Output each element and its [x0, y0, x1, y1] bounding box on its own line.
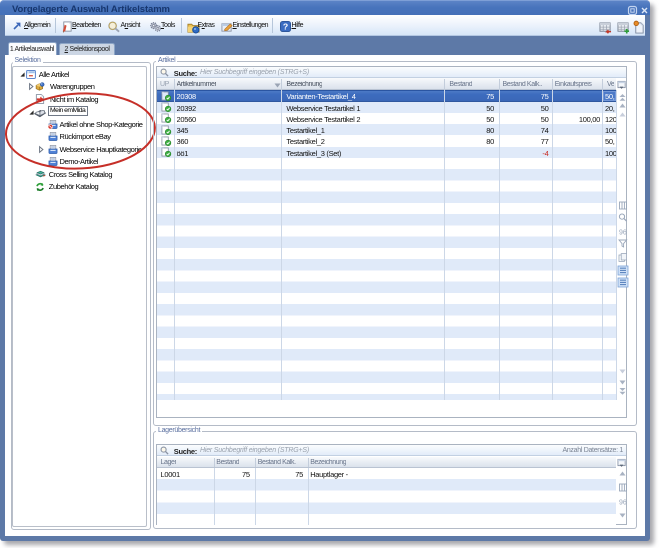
svg-text:?: ? — [282, 22, 287, 32]
svg-text:96: 96 — [619, 500, 627, 507]
svg-text:96: 96 — [619, 229, 627, 236]
